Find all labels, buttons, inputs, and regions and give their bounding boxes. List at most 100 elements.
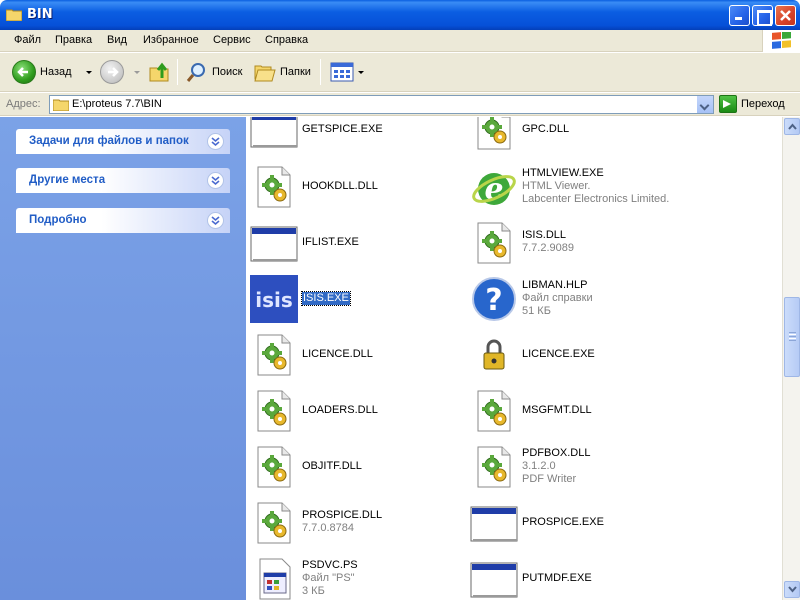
go-button[interactable]: Переход — [719, 95, 785, 113]
chevron-down-icon — [788, 586, 797, 593]
up-folder-button[interactable] — [148, 57, 172, 87]
file-item[interactable]: PROSPICE.DLL 7.7.0.8784 — [246, 497, 456, 549]
file-item[interactable]: PDFBOX.DLL 3.1.2.0 PDF Writer — [466, 441, 676, 493]
menu-file[interactable]: Файл — [14, 34, 41, 46]
task-group-file-tasks[interactable]: Задачи для файлов и папок — [16, 129, 230, 154]
menu-view[interactable]: Вид — [107, 34, 127, 46]
window-exe-icon — [250, 219, 298, 267]
file-version: 7.7.2.9089 — [522, 242, 574, 254]
file-version: 7.7.0.8784 — [302, 522, 354, 534]
file-version: 3.1.2.0 — [522, 460, 556, 472]
dll-icon — [470, 443, 518, 491]
file-name: LIBMAN.HLP — [522, 279, 588, 291]
back-dropdown-icon[interactable] — [85, 70, 92, 74]
dll-icon — [470, 387, 518, 435]
dll-icon — [250, 443, 298, 491]
task-group-title: Подробно — [29, 214, 87, 226]
file-name: GPC.DLL — [522, 123, 570, 135]
address-label: Адрес: — [6, 98, 41, 110]
file-item[interactable]: OBJITF.DLL — [246, 441, 456, 493]
menu-bar: Файл Правка Вид Избранное Сервис Справка — [0, 30, 800, 52]
chevron-down-icon[interactable] — [207, 212, 224, 229]
scroll-thumb[interactable] — [784, 297, 800, 377]
task-group-title: Задачи для файлов и папок — [29, 135, 189, 147]
file-type: Файл справки — [522, 292, 593, 304]
forward-arrow-icon — [100, 60, 124, 84]
file-name: IFLIST.EXE — [302, 236, 359, 248]
file-item[interactable]: LIBMAN.HLP Файл справки 51 КБ — [466, 273, 676, 325]
file-size: 3 КБ — [302, 585, 325, 597]
go-label: Переход — [741, 98, 785, 110]
isis-icon — [250, 275, 298, 323]
file-item-selected[interactable]: ISIS.EXE — [246, 273, 456, 325]
file-item[interactable]: HOOKDLL.DLL — [246, 161, 456, 213]
scroll-up-button[interactable] — [784, 118, 800, 135]
file-name: LICENCE.EXE — [522, 348, 595, 360]
file-item[interactable]: PSDVC.PS Файл "PS" 3 КБ — [246, 553, 456, 600]
window-title: BIN — [27, 7, 53, 22]
task-group-details[interactable]: Подробно — [16, 208, 230, 233]
file-size: 51 КБ — [522, 305, 551, 317]
file-name: MSGFMT.DLL — [522, 404, 592, 416]
file-item[interactable]: IFLIST.EXE — [246, 217, 456, 269]
dll-icon — [470, 117, 518, 153]
views-dropdown-icon[interactable] — [358, 70, 364, 74]
menu-favorites[interactable]: Избранное — [143, 34, 199, 46]
chevron-down-icon[interactable] — [207, 172, 224, 189]
address-dropdown-button[interactable] — [696, 96, 713, 113]
folder-icon — [53, 99, 69, 111]
search-label: Поиск — [212, 66, 243, 78]
forward-button[interactable] — [100, 57, 140, 87]
go-arrow-icon — [719, 95, 737, 113]
file-list: GETSPICE.EXE GPC.DLL HOOKDLL.DLL HTMLVIE… — [246, 117, 782, 600]
file-name: PDFBOX.DLL — [522, 447, 591, 459]
folders-label: Папки — [280, 66, 311, 78]
folder-icon — [6, 9, 22, 21]
title-bar[interactable]: BIN — [0, 0, 800, 30]
file-item[interactable]: HTMLVIEW.EXE HTML Viewer. Labcenter Elec… — [466, 161, 676, 213]
toolbar-separator — [320, 59, 321, 85]
maximize-button[interactable] — [752, 5, 773, 26]
file-name: PSDVC.PS — [302, 559, 358, 571]
search-button[interactable]: Поиск — [186, 57, 242, 87]
address-input[interactable]: E:\proteus 7.7\BIN — [49, 95, 714, 114]
views-icon — [330, 62, 354, 82]
file-name: HOOKDLL.DLL — [302, 180, 378, 192]
file-name: PUTMDF.EXE — [522, 572, 592, 584]
folders-button[interactable]: Папки — [254, 57, 311, 87]
file-item[interactable]: LOADERS.DLL — [246, 385, 456, 437]
file-item[interactable]: MSGFMT.DLL — [466, 385, 676, 437]
menu-help[interactable]: Справка — [265, 34, 308, 46]
file-name: ISIS.DLL — [522, 229, 567, 241]
file-item[interactable]: PUTMDF.EXE — [466, 553, 676, 600]
ie-icon — [470, 163, 518, 211]
close-button[interactable] — [775, 5, 796, 26]
file-item[interactable]: ISIS.DLL 7.7.2.9089 — [466, 217, 676, 269]
file-name: OBJITF.DLL — [302, 460, 362, 472]
toolbar: Назад Поиск Папки — [0, 53, 800, 92]
menu-tools[interactable]: Сервис — [213, 34, 251, 46]
dll-icon — [250, 331, 298, 379]
help-icon — [470, 275, 518, 323]
back-button[interactable]: Назад — [12, 57, 92, 87]
file-item[interactable]: LICENCE.DLL — [246, 329, 456, 381]
file-item[interactable]: PROSPICE.EXE — [466, 497, 676, 549]
dll-icon — [470, 219, 518, 267]
views-button[interactable] — [330, 57, 364, 87]
file-item[interactable]: GETSPICE.EXE — [246, 117, 456, 155]
chevron-down-icon[interactable] — [207, 133, 224, 150]
scroll-down-button[interactable] — [784, 581, 800, 598]
minimize-button[interactable] — [729, 5, 750, 26]
task-pane: Задачи для файлов и папок Другие места П… — [0, 117, 246, 600]
menu-edit[interactable]: Правка — [55, 34, 92, 46]
forward-dropdown-icon[interactable] — [134, 70, 140, 74]
file-description: HTML Viewer. — [522, 180, 591, 192]
window-exe-icon — [470, 499, 518, 547]
task-group-other-places[interactable]: Другие места — [16, 168, 230, 193]
file-description: PDF Writer — [522, 473, 577, 485]
vertical-scrollbar[interactable] — [782, 117, 800, 600]
file-item[interactable]: GPC.DLL — [466, 117, 676, 155]
file-item[interactable]: LICENCE.EXE — [466, 329, 676, 381]
window-exe-icon — [470, 555, 518, 600]
dll-icon — [250, 387, 298, 435]
